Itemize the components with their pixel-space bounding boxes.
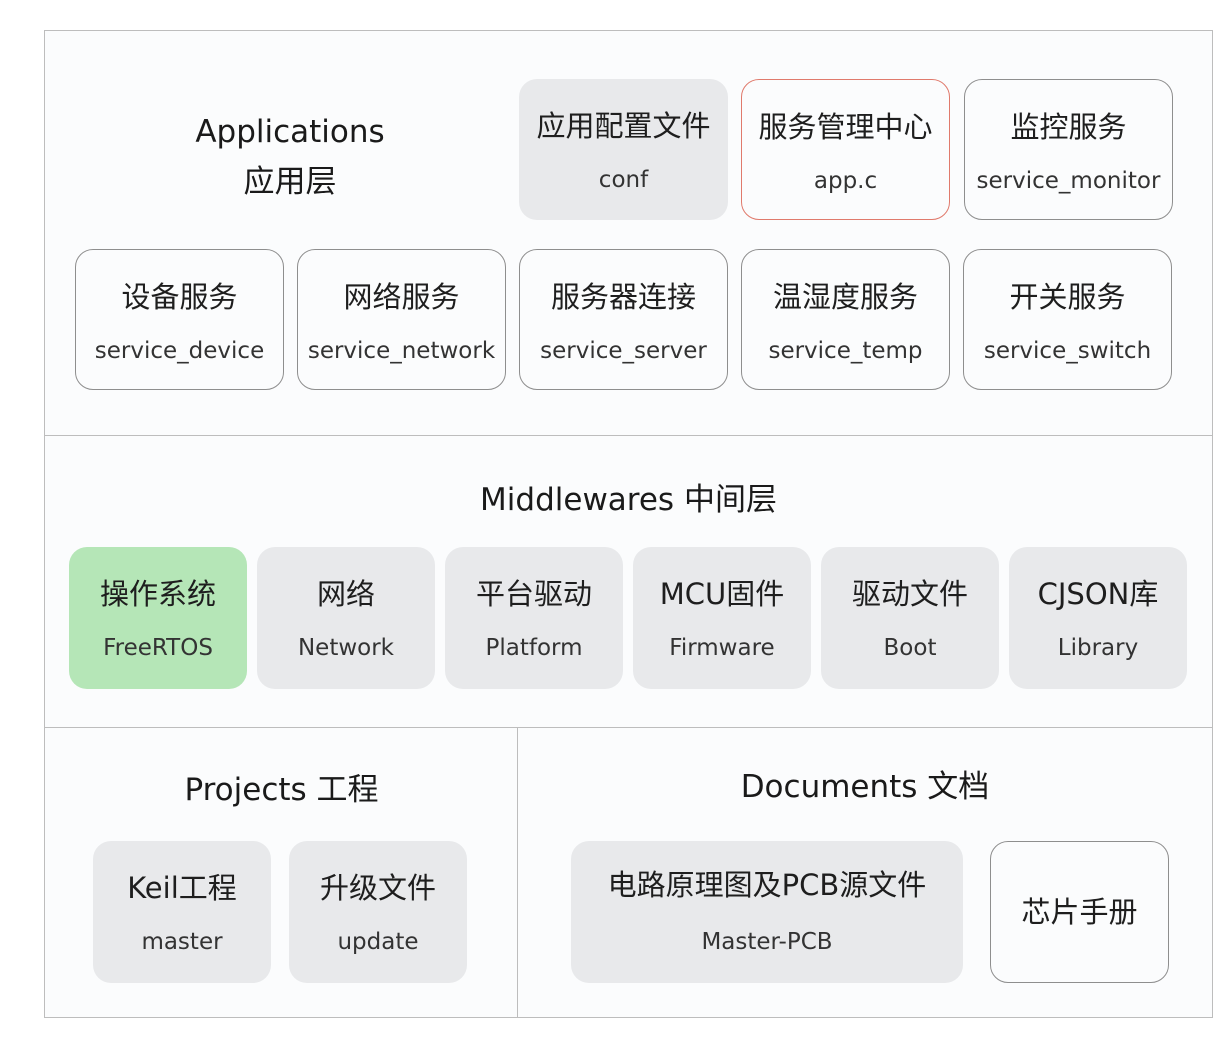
box-title: CJSON库 bbox=[1037, 577, 1159, 611]
box-title: 平台驱动 bbox=[475, 577, 592, 611]
mid-box-freertos[interactable]: 操作系统 FreeRTOS bbox=[69, 547, 247, 689]
box-subtitle: Firmware bbox=[669, 635, 775, 661]
mid-box-firmware[interactable]: MCU固件 Firmware bbox=[633, 547, 811, 689]
box-subtitle: Master-PCB bbox=[701, 929, 833, 955]
box-title: MCU固件 bbox=[659, 577, 785, 611]
mid-box-boot[interactable]: 驱动文件 Boot bbox=[821, 547, 999, 689]
box-subtitle: FreeRTOS bbox=[103, 635, 213, 661]
mid-box-library[interactable]: CJSON库 Library bbox=[1009, 547, 1187, 689]
doc-box-pcb[interactable]: 电路原理图及PCB源文件 Master-PCB bbox=[571, 841, 963, 983]
box-subtitle: Network bbox=[297, 635, 395, 661]
proj-box-update[interactable]: 升级文件 update bbox=[289, 841, 467, 983]
box-title: Keil工程 bbox=[127, 871, 237, 905]
app-box-service-monitor[interactable]: 监控服务 service_monitor bbox=[964, 79, 1173, 220]
box-subtitle: service_switch bbox=[983, 338, 1152, 364]
box-title: 芯片手册 bbox=[1021, 895, 1138, 929]
mid-box-platform[interactable]: 平台驱动 Platform bbox=[445, 547, 623, 689]
documents-title: Documents 文档 bbox=[740, 769, 990, 805]
projects-section: Projects 工程 Keil工程 master 升级文件 update bbox=[45, 728, 518, 1017]
box-title: 操作系统 bbox=[99, 577, 216, 611]
app-box-service-network[interactable]: 网络服务 service_network bbox=[297, 249, 506, 390]
box-title: 监控服务 bbox=[1010, 110, 1127, 144]
applications-title-zh: 应用层 bbox=[243, 164, 337, 200]
box-subtitle: Platform bbox=[485, 635, 583, 661]
box-title: 驱动文件 bbox=[851, 577, 968, 611]
doc-box-chip-manual[interactable]: 芯片手册 bbox=[990, 841, 1169, 983]
box-subtitle: app.c bbox=[813, 168, 878, 194]
box-title: 应用配置文件 bbox=[536, 109, 711, 143]
box-subtitle: service_network bbox=[307, 338, 496, 364]
box-subtitle: service_device bbox=[94, 338, 265, 364]
box-subtitle: service_server bbox=[540, 338, 707, 364]
app-box-app-c[interactable]: 服务管理中心 app.c bbox=[741, 79, 950, 220]
box-subtitle: conf bbox=[598, 167, 649, 193]
box-title: 网络服务 bbox=[343, 280, 460, 314]
projects-title: Projects 工程 bbox=[184, 772, 379, 808]
box-title: 温湿度服务 bbox=[772, 280, 918, 314]
box-subtitle: master bbox=[141, 929, 223, 955]
middlewares-title: Middlewares 中间层 bbox=[480, 482, 777, 518]
box-subtitle: service_monitor bbox=[976, 168, 1161, 194]
applications-layer: Applications 应用层 应用配置文件 conf 服务管理中心 app.… bbox=[45, 31, 1212, 436]
mid-box-network[interactable]: 网络 Network bbox=[257, 547, 435, 689]
app-box-service-temp[interactable]: 温湿度服务 service_temp bbox=[741, 249, 950, 390]
box-title: 服务管理中心 bbox=[758, 110, 933, 144]
proj-box-keil[interactable]: Keil工程 master bbox=[93, 841, 271, 983]
box-subtitle: Library bbox=[1057, 635, 1139, 661]
middlewares-layer: Middlewares 中间层 操作系统 FreeRTOS 网络 Network… bbox=[45, 436, 1212, 728]
applications-title: Applications 应用层 bbox=[175, 107, 405, 207]
applications-title-en: Applications bbox=[195, 114, 385, 150]
box-subtitle: update bbox=[337, 929, 419, 955]
app-box-service-switch[interactable]: 开关服务 service_switch bbox=[963, 249, 1172, 390]
app-box-service-device[interactable]: 设备服务 service_device bbox=[75, 249, 284, 390]
box-subtitle: service_temp bbox=[768, 338, 923, 364]
box-title: 升级文件 bbox=[319, 871, 436, 905]
box-subtitle: Boot bbox=[883, 635, 937, 661]
box-title: 电路原理图及PCB源文件 bbox=[607, 868, 927, 902]
box-title: 设备服务 bbox=[121, 280, 238, 314]
architecture-diagram: Applications 应用层 应用配置文件 conf 服务管理中心 app.… bbox=[44, 30, 1213, 1018]
box-title: 服务器连接 bbox=[550, 280, 696, 314]
box-title: 网络 bbox=[316, 577, 375, 611]
app-box-conf[interactable]: 应用配置文件 conf bbox=[519, 79, 728, 220]
app-box-service-server[interactable]: 服务器连接 service_server bbox=[519, 249, 728, 390]
documents-section: Documents 文档 电路原理图及PCB源文件 Master-PCB 芯片手… bbox=[518, 728, 1212, 1017]
box-title: 开关服务 bbox=[1009, 280, 1126, 314]
